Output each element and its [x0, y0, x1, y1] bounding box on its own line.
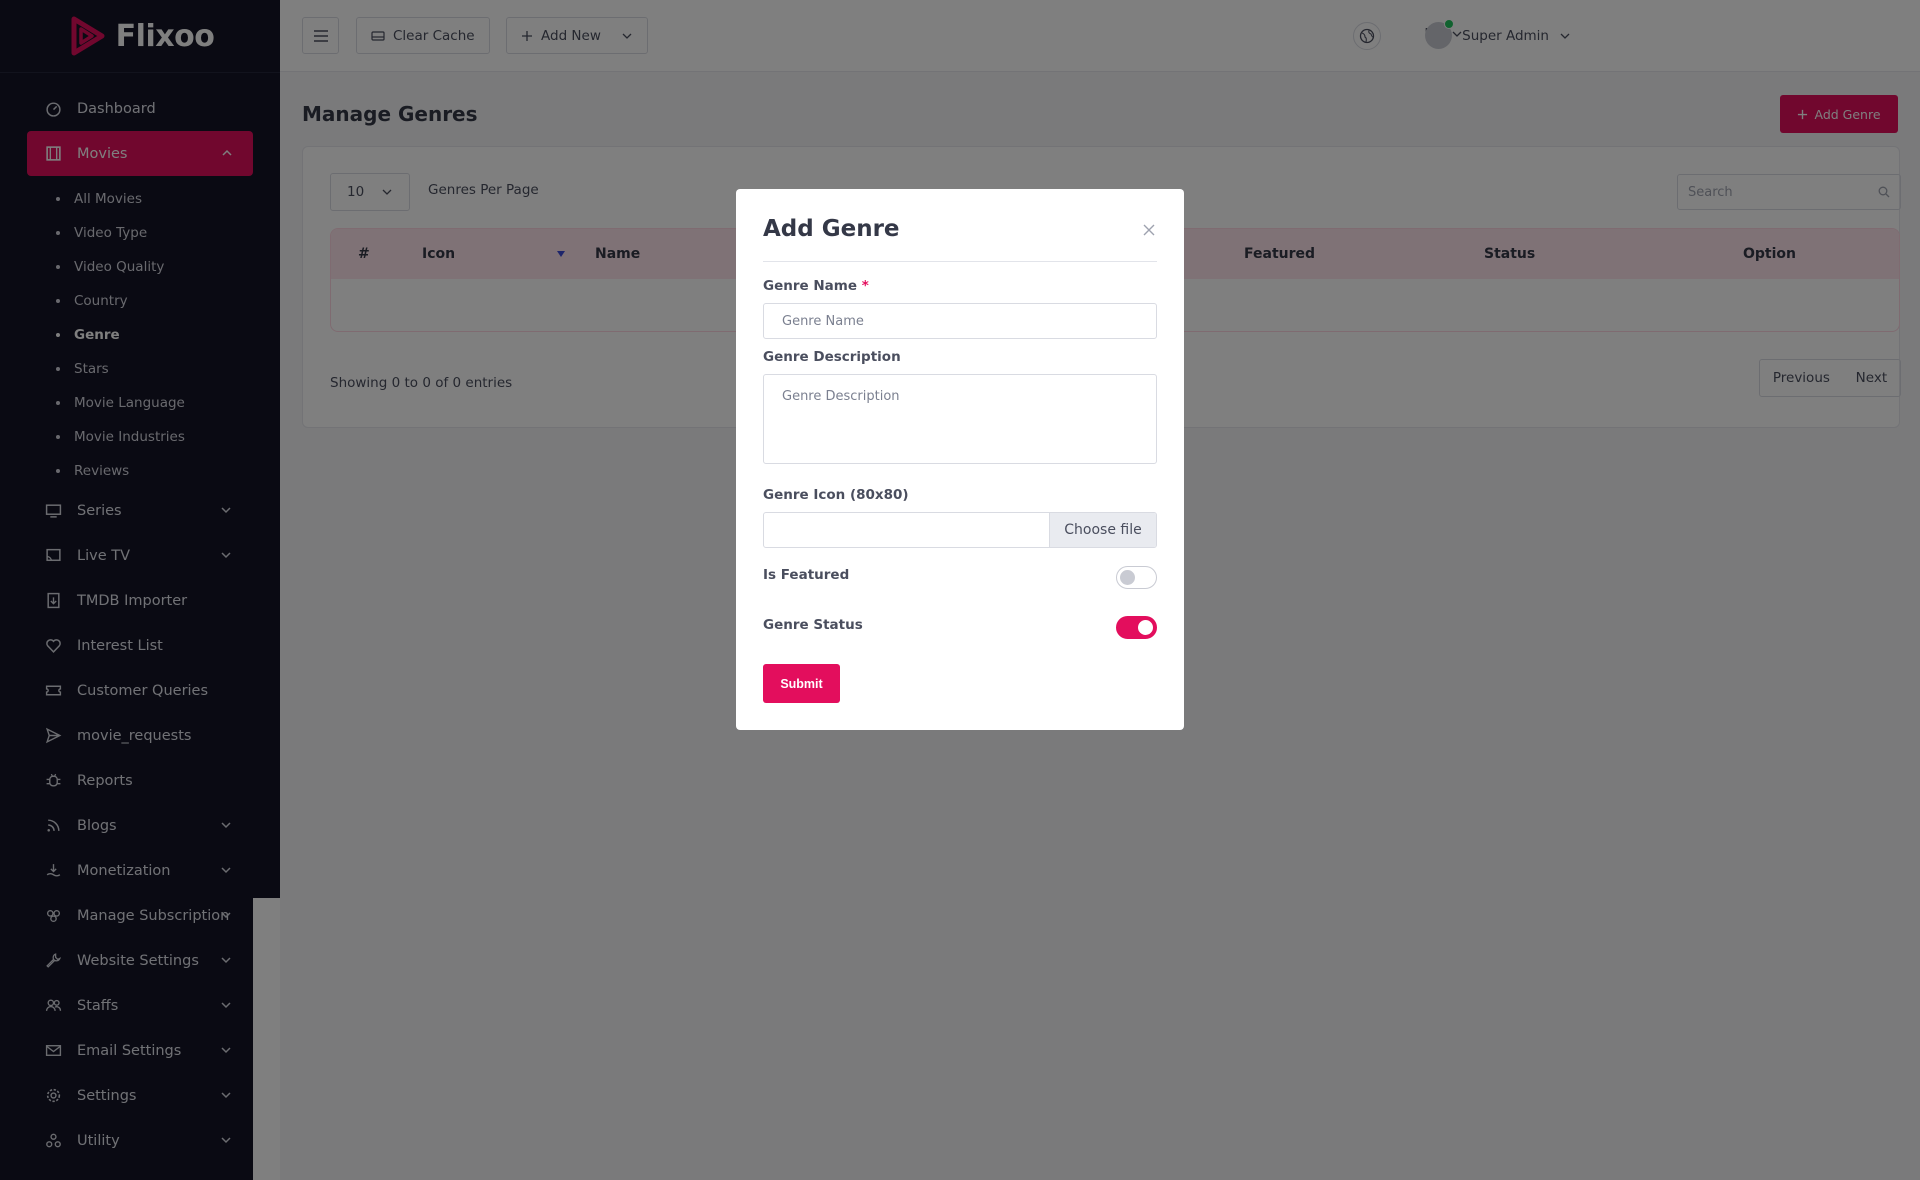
modal-divider: [763, 261, 1157, 262]
is-featured-label: Is Featured: [763, 567, 850, 583]
required-mark: *: [861, 278, 869, 294]
close-icon[interactable]: [1142, 223, 1156, 237]
toggle-knob: [1138, 620, 1153, 635]
genre-status-label: Genre Status: [763, 617, 863, 633]
genre-description-label: Genre Description: [763, 349, 901, 365]
genre-name-label-text: Genre Name: [763, 278, 857, 294]
genre-icon-label: Genre Icon (80x80): [763, 487, 909, 503]
is-featured-toggle[interactable]: [1116, 566, 1157, 589]
genre-name-input[interactable]: [763, 303, 1157, 339]
add-genre-modal: Add Genre Genre Name * Genre Description…: [736, 189, 1184, 730]
genre-icon-file-input[interactable]: Choose file: [763, 512, 1157, 548]
choose-file-button[interactable]: Choose file: [1049, 513, 1156, 547]
genre-description-input[interactable]: [763, 374, 1157, 464]
toggle-knob: [1120, 570, 1135, 585]
submit-button[interactable]: Submit: [763, 664, 840, 703]
genre-status-toggle[interactable]: [1116, 616, 1157, 639]
genre-name-label: Genre Name *: [763, 278, 869, 294]
modal-title: Add Genre: [763, 216, 900, 242]
